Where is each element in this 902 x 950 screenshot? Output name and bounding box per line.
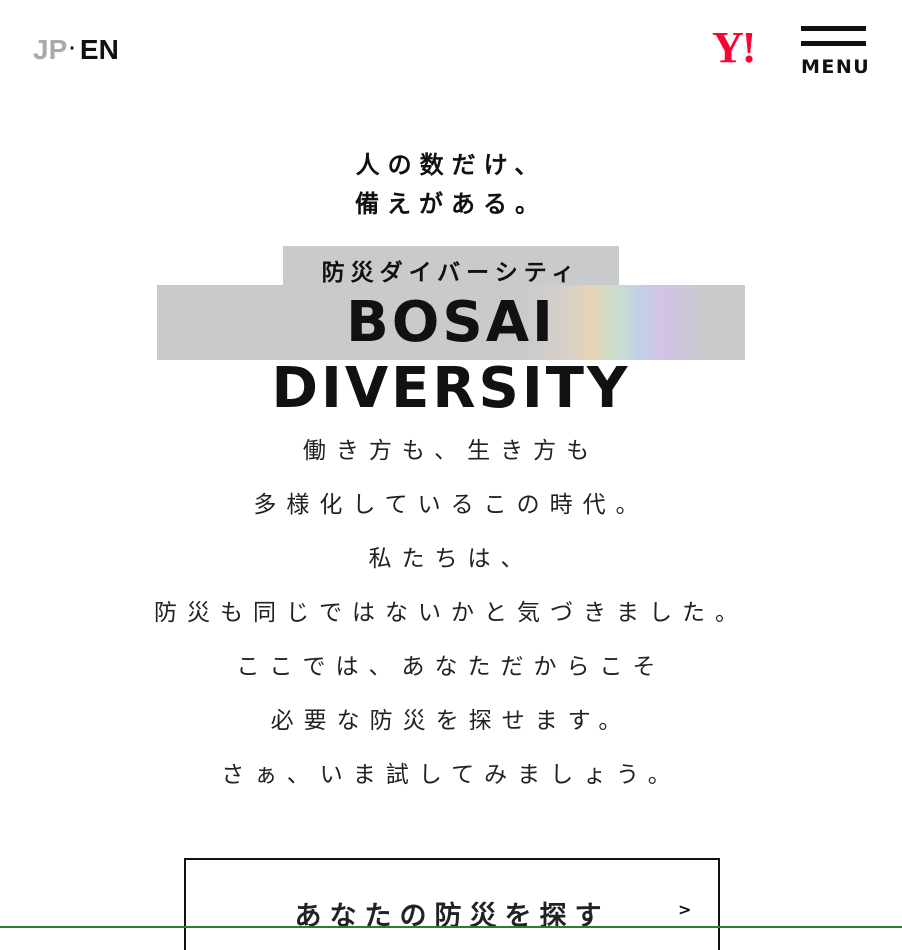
- chevron-right-icon: >: [678, 900, 692, 919]
- intro-line-6: 必要な防災を探せます。: [270, 708, 632, 734]
- lang-en-link[interactable]: EN: [80, 34, 119, 65]
- subtitle-katakana: 防災ダイバーシティ: [321, 260, 581, 286]
- lang-jp-link[interactable]: JP: [33, 34, 67, 65]
- tagline-line-1: 人の数だけ、: [355, 151, 547, 179]
- tagline-line-2: 備えがある。: [355, 190, 547, 218]
- menu-bar-top: [801, 26, 866, 31]
- menu-button[interactable]: MENU: [801, 26, 871, 78]
- intro-line-2: 多様化しているこの時代。: [253, 492, 649, 518]
- yahoo-logo[interactable]: Y!: [712, 26, 784, 74]
- menu-bar-bottom: [801, 41, 866, 46]
- find-your-bosai-button[interactable]: あなたの防災を探す >: [184, 858, 720, 950]
- intro-line-3: 私たちは、: [368, 546, 534, 572]
- intro-line-5: ここでは、あなただからこそ: [236, 654, 666, 680]
- lang-separator: ·: [69, 38, 76, 60]
- intro-line-4: 防災も同じではないかと気づきました。: [154, 600, 748, 626]
- intro-line-1: 働き方も、生き方も: [302, 438, 600, 464]
- menu-label: MENU: [801, 56, 871, 78]
- page-title: BOSAI DIVERSITY: [271, 290, 631, 421]
- language-switcher: JP · EN: [33, 31, 119, 68]
- intro-line-7: さぁ、いま試してみましょう。: [221, 762, 681, 788]
- yahoo-logo-text: Y!: [712, 23, 756, 72]
